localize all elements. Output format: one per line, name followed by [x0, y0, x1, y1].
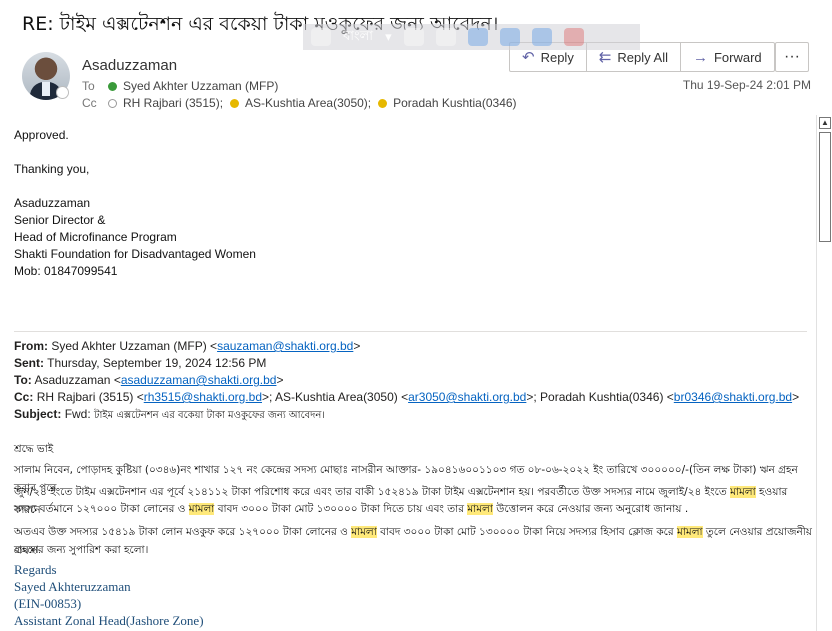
- message-body: Approved. Thanking you, Asaduzzaman Seni…: [14, 127, 810, 280]
- from-line: From: Syed Akhter Uzzaman (MFP) <sauzama…: [14, 339, 361, 353]
- divider: [14, 331, 807, 332]
- highlight: মামলা: [730, 486, 756, 498]
- sent-date: Thu 19-Sep-24 2:01 PM: [682, 78, 811, 92]
- reply-all-label: Reply All: [617, 49, 668, 65]
- vertical-scrollbar[interactable]: ▲: [816, 115, 832, 631]
- body-line: Approved.: [14, 128, 69, 142]
- signature-line: Assistant Zonal Head(Jashore Zone): [14, 613, 204, 628]
- tools-icon[interactable]: [467, 28, 488, 46]
- language-bar[interactable]: বাংলা ▾: [303, 24, 640, 50]
- letter-line: গ্রহনের জন্য সুপারিশ করা হলো।: [14, 544, 149, 556]
- signature-line: Sayed Akhteruzzaman: [14, 579, 131, 594]
- close-icon[interactable]: [563, 28, 584, 46]
- presence-away-icon: [378, 98, 388, 108]
- signature-line: Senior Director &: [14, 213, 106, 227]
- forward-label: Forward: [713, 49, 762, 65]
- presence-unknown-icon: [108, 98, 117, 108]
- cc-recipient[interactable]: Poradah Kushtia(0346): [393, 96, 516, 110]
- cc-label: Cc: [82, 96, 97, 110]
- forward-arrow-icon: →: [692, 48, 708, 66]
- signature-line: (EIN-00853): [14, 596, 82, 611]
- cc-line: Cc: RH Rajbari (3515) <rh3515@shakti.org…: [14, 390, 800, 404]
- forward-button[interactable]: → Forward: [681, 43, 774, 71]
- email-link[interactable]: ar3050@shakti.org.bd: [408, 390, 526, 404]
- to-row: To Syed Akhter Uzzaman (MFP): [82, 79, 278, 93]
- forwarded-header: From: Syed Akhter Uzzaman (MFP) <sauzama…: [14, 338, 814, 424]
- chevron-down-icon[interactable]: ▾: [385, 29, 392, 45]
- sender-name[interactable]: Asaduzzaman: [82, 57, 177, 74]
- email-link[interactable]: rh3515@shakti.org.bd: [144, 390, 262, 404]
- to-label: To: [82, 79, 95, 93]
- highlight: মামলা: [351, 526, 377, 538]
- cc-recipient[interactable]: RH Rajbari (3515);: [123, 96, 223, 110]
- presence-status-icon: [56, 86, 69, 99]
- letter-greeting: শ্রদ্ধে ভাই: [14, 443, 54, 455]
- ime-icon[interactable]: [311, 28, 331, 46]
- presence-away-icon: [230, 98, 240, 108]
- signature-line: Shakti Foundation for Disadvantaged Wome…: [14, 247, 256, 261]
- highlight: মামলা: [188, 503, 215, 515]
- scroll-thumb[interactable]: [819, 132, 831, 242]
- to-line: To: Asaduzzaman <asaduzzaman@shakti.org.…: [14, 373, 284, 387]
- scroll-up-icon[interactable]: ▲: [819, 117, 831, 129]
- reply-arrow-icon: ↶: [522, 49, 535, 66]
- signature-line: Head of Microfinance Program: [14, 230, 177, 244]
- reply-label: Reply: [540, 49, 574, 65]
- language-label[interactable]: বাংলা: [343, 27, 373, 48]
- body-line: Thanking you,: [14, 162, 90, 176]
- signature-line: Regards: [14, 562, 57, 577]
- reply-all-arrow-icon: ⇇: [598, 49, 612, 66]
- help-icon[interactable]: [531, 28, 552, 46]
- cc-recipient[interactable]: AS-Kushtia Area(3050);: [245, 96, 371, 110]
- more-actions-button[interactable]: ···: [775, 42, 809, 72]
- settings-icon[interactable]: [435, 28, 456, 46]
- highlight: মামলা: [677, 526, 703, 538]
- signature-line: Asaduzzaman: [14, 196, 91, 210]
- subject-line: Subject: Fwd: টাইম এক্সটেনশন এর বকেয়া ট…: [14, 407, 325, 421]
- avatar-shirt-shape: [42, 82, 50, 96]
- highlight: মামলা: [467, 503, 493, 515]
- email-link[interactable]: br0346@shakti.org.bd: [674, 390, 792, 404]
- letter-line: সদস্য বর্তমানে ১২৭০০০ টাকা লোনের ও মামলা…: [14, 503, 689, 515]
- cc-row: Cc RH Rajbari (3515); AS-Kushtia Area(30…: [82, 96, 517, 110]
- globe-icon[interactable]: [499, 28, 520, 46]
- email-link[interactable]: sauzaman@shakti.org.bd: [217, 339, 353, 353]
- sent-line: Sent: Thursday, September 19, 2024 12:56…: [14, 356, 267, 370]
- signature-line: Mob: 01847099541: [14, 264, 118, 278]
- presence-available-icon: [108, 81, 117, 91]
- sender-signature: Regards Sayed Akhteruzzaman (EIN-00853) …: [14, 561, 204, 629]
- email-link[interactable]: asaduzzaman@shakti.org.bd: [121, 373, 277, 387]
- to-recipient[interactable]: Syed Akhter Uzzaman (MFP): [123, 79, 278, 93]
- keyboard-icon[interactable]: [403, 28, 424, 46]
